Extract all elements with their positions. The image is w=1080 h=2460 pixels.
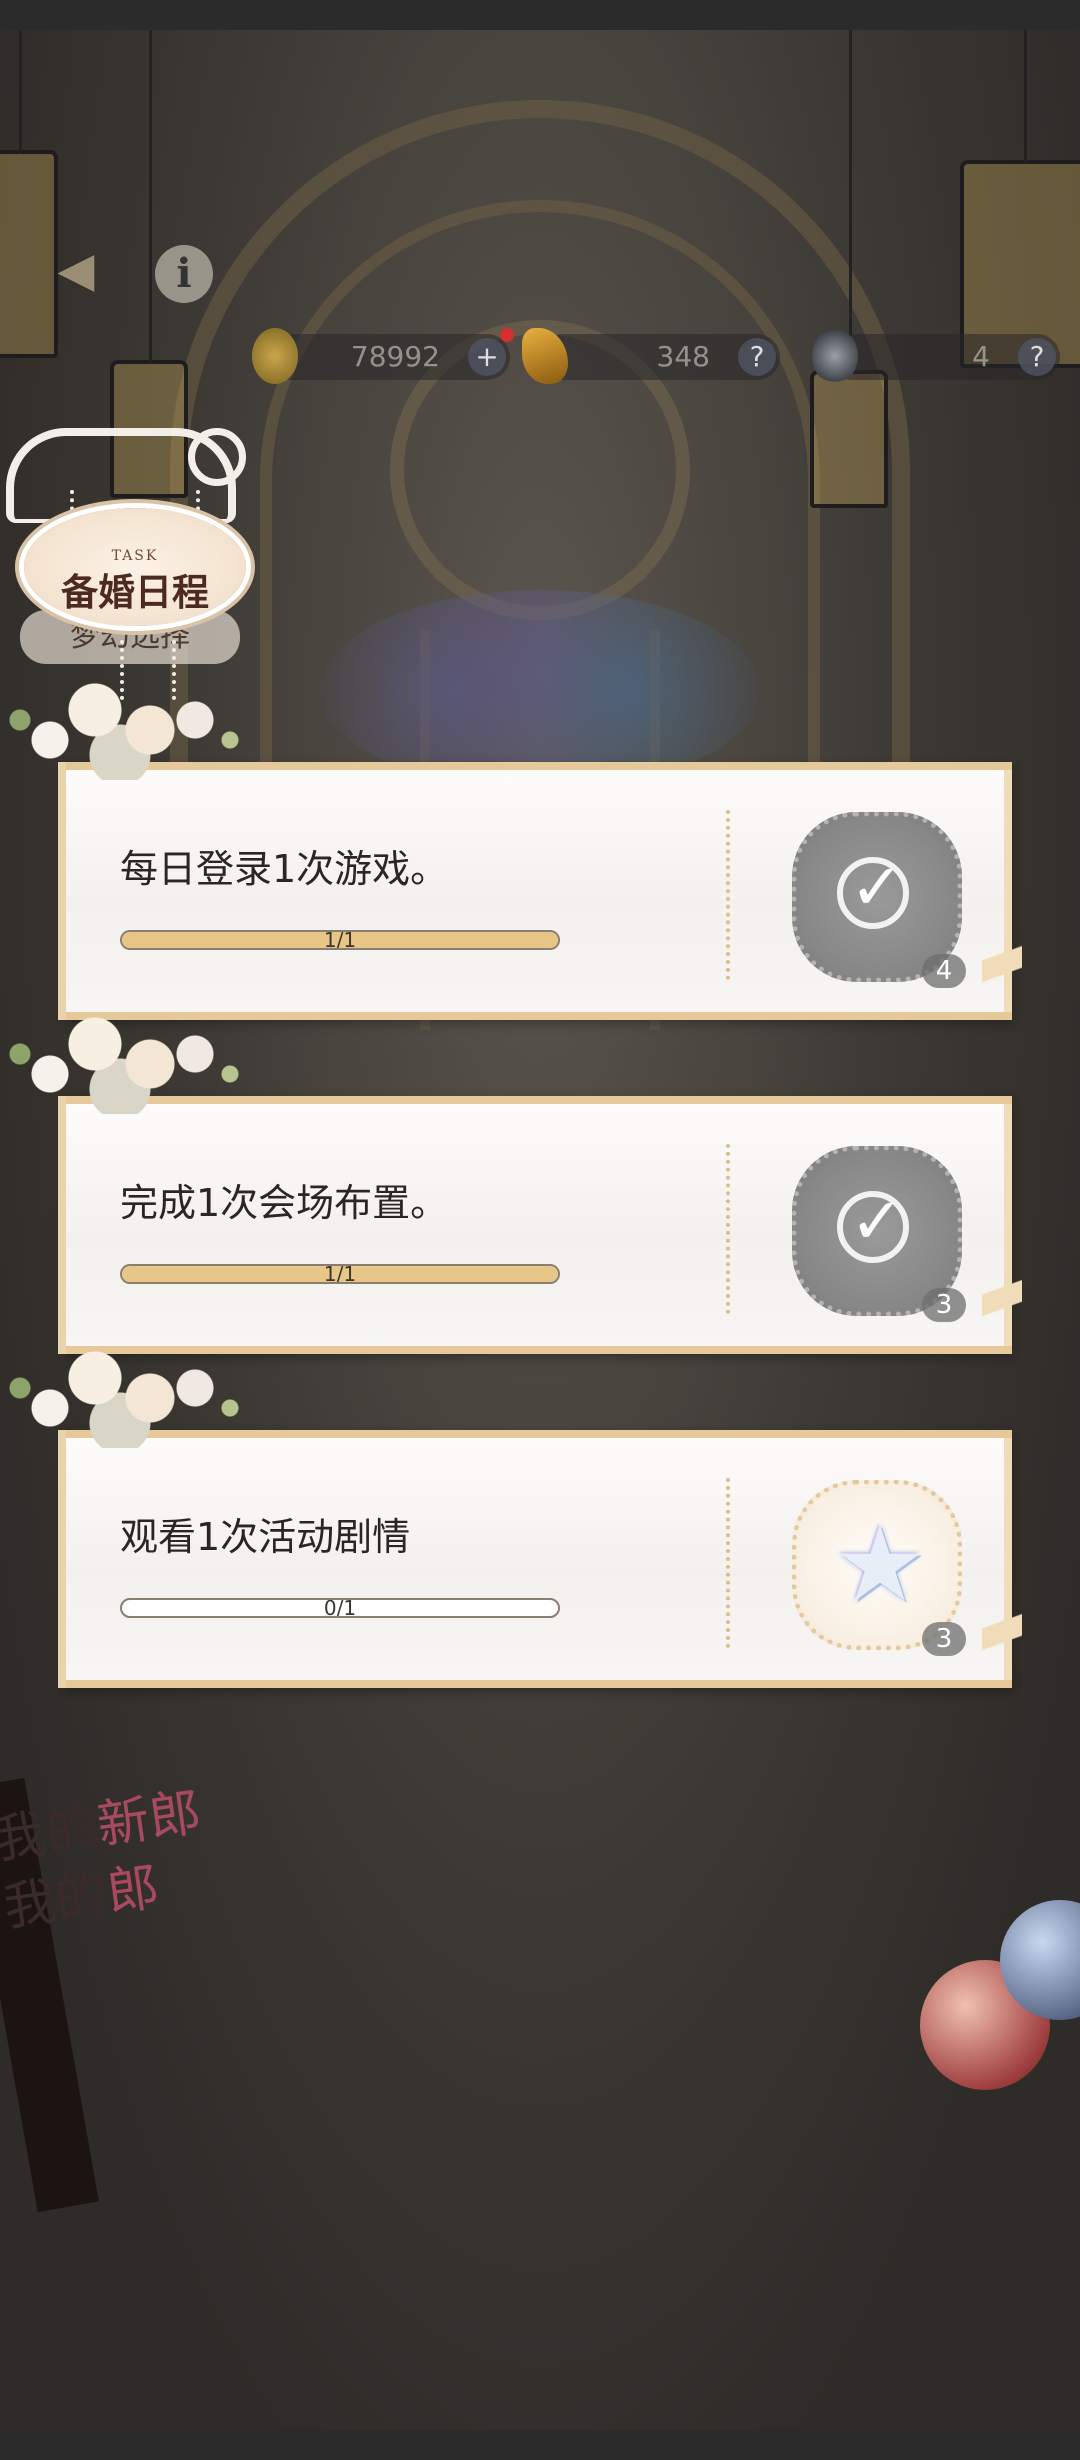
status-bar [0,0,1080,30]
navigation-bar [0,2430,1080,2460]
info-button[interactable]: i [155,245,213,303]
task-description: 观看1次活动剧情 [120,1515,411,1559]
notification-dot [500,328,514,342]
reward-pending[interactable]: ★ 3 [792,1480,966,1656]
progress-label: 0/1 [323,1598,357,1618]
crystal-value: 348 [656,340,710,373]
task-progress-bar: 0/1 [120,1598,560,1618]
card-divider [726,1478,730,1648]
currency-crystal: 348 ? [522,328,780,384]
crystal-help-button[interactable]: ? [738,338,776,376]
check-mark-icon: ✓ [850,1185,904,1259]
currency-flower: 4 ? [812,328,1060,384]
task-description: 完成1次会场布置。 [120,1181,449,1225]
task-card: 观看1次活动剧情 0/1 ★ 3 [0,1318,1022,1700]
progress-label: 1/1 [323,1264,357,1284]
card-divider [726,1144,730,1314]
flower-decoration [0,1318,260,1448]
flower-token-icon [812,328,858,384]
reward-claimed[interactable]: ✓ 4 [792,812,966,988]
reward-claimed[interactable]: ✓ 3 [792,1146,966,1322]
progress-label: 1/1 [323,930,357,950]
task-description: 每日登录1次游戏。 [120,847,449,891]
reward-count: 3 [922,1288,966,1322]
back-button[interactable]: ◀ [44,238,108,302]
flower-decoration [0,984,260,1114]
reward-count: 4 [922,954,966,988]
add-gold-button[interactable]: + [468,338,506,376]
lantern-icon [810,30,888,508]
flower-arrangement [320,590,760,790]
info-icon: i [176,250,192,297]
page-title: 备婚日程 [61,570,209,614]
card-divider [726,810,730,980]
task-card: 完成1次会场布置。 1/1 ✓ 3 [0,984,1022,1366]
task-card: 每日登录1次游戏。 1/1 ✓ 4 [0,650,1022,1032]
task-progress-bar: 1/1 [120,1264,560,1284]
ribbon-decoration [982,902,1022,1032]
star-crystal-icon: ★ [833,1503,927,1625]
flower-decoration [0,650,260,780]
ribbon-decoration [982,1570,1022,1700]
currency-gold: 78992 + [252,328,510,384]
task-progress-bar: 1/1 [120,930,560,950]
back-arrow-icon: ◀ [57,242,95,298]
ribbon-decoration [982,1236,1022,1366]
crystal-icon [522,328,568,384]
gold-coin-icon [252,328,298,384]
gold-value: 78992 [350,340,440,373]
flower-value: 4 [972,340,990,373]
check-mark-icon: ✓ [850,851,904,925]
reward-count: 3 [922,1622,966,1656]
wedding-sign: 我的新郎 我的郎 [0,1782,205,1939]
flower-help-button[interactable]: ? [1018,338,1056,376]
